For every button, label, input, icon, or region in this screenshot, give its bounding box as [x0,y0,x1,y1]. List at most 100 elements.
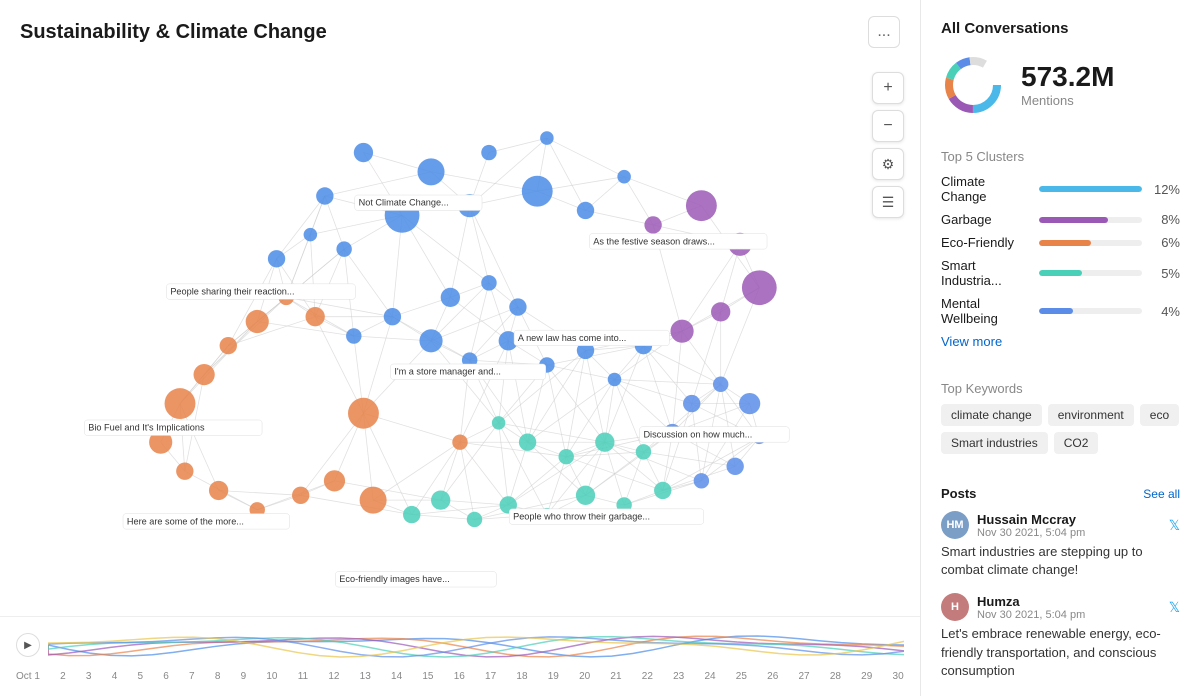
menu-button[interactable]: ... [868,16,900,48]
mentions-info: 573.2M Mentions [1021,63,1114,108]
keyword-tag[interactable]: CO2 [1054,432,1099,454]
cluster-pct: 5% [1150,266,1180,281]
sidebar: All Conversations 573.2M Mentions Top 5 … [920,0,1200,696]
cluster-bar-fill [1039,308,1073,314]
timeline-label: 9 [241,671,247,682]
post-meta: HM Hussain Mccray Nov 30 2021, 5:04 pm 𝕏 [941,511,1180,539]
page-title: Sustainability & Climate Change [20,21,327,44]
timeline-label: 18 [516,671,527,682]
post-time: Nov 30 2021, 5:04 pm [977,527,1161,539]
cluster-bar-fill [1039,217,1108,223]
cluster-pct: 6% [1150,235,1180,250]
timeline-label: 3 [86,671,92,682]
cluster-name: Eco-Friendly [941,235,1031,250]
cluster-bar-fill [1039,186,1142,192]
timeline-label: 17 [485,671,496,682]
donut-svg [941,53,1005,117]
cluster-name: Climate Change [941,174,1031,204]
timeline-label: 4 [112,671,118,682]
twitter-icon: 𝕏 [1169,599,1180,616]
timeline-label: 7 [189,671,195,682]
cluster-row: Garbage 8% [941,212,1180,227]
donut-row: 573.2M Mentions [941,53,1180,117]
timeline-label: 25 [736,671,747,682]
cluster-pct: 8% [1150,212,1180,227]
cluster-row: Mental Wellbeing 4% [941,296,1180,326]
keywords-section: Top Keywords climate change environment ec… [941,381,1180,454]
timeline-label: 26 [767,671,778,682]
timeline-label: 12 [328,671,339,682]
mentions-count: 573.2M [1021,63,1114,91]
main-area: Sustainability & Climate Change ... Not … [0,0,920,696]
post-text: Smart industries are stepping up to comb… [941,543,1180,579]
keyword-tag[interactable]: eco [1140,404,1179,426]
timeline-controls: ▶ [16,625,904,665]
keywords-wrap: climate change environment eco Smart indust… [941,404,1180,454]
timeline-label: 28 [830,671,841,682]
zoom-in-button[interactable]: + [872,72,904,104]
cluster-bar-bg [1039,240,1142,246]
posts-list: HM Hussain Mccray Nov 30 2021, 5:04 pm 𝕏… [941,511,1180,680]
posts-section: Posts See all HM Hussain Mccray Nov 30 2… [941,486,1180,694]
play-button[interactable]: ▶ [16,633,40,657]
timeline-labels: Oct 123456789101112131415161718192021222… [16,671,904,682]
timeline-label: 13 [360,671,371,682]
timeline-label: 24 [704,671,715,682]
timeline-label: 15 [422,671,433,682]
post-text: Let's embrace renewable energy, eco-frie… [941,625,1180,680]
see-all-link[interactable]: See all [1143,487,1180,501]
svg-text:As the festive season draws...: As the festive season draws... [593,236,715,246]
timeline-label: 8 [215,671,221,682]
view-more-button[interactable]: View more [941,334,1180,349]
cluster-name: Smart Industria... [941,258,1031,288]
keyword-tag[interactable]: climate change [941,404,1042,426]
graph-svg: Not Climate Change...As the festive seas… [0,56,920,616]
cluster-row: Climate Change 12% [941,174,1180,204]
cluster-bar-bg [1039,308,1142,314]
timeline-label: 22 [642,671,653,682]
timeline-label: 19 [548,671,559,682]
clusters-section: Top 5 Clusters Climate Change 12% Garbag… [941,149,1180,349]
timeline-label: 21 [610,671,621,682]
posts-header: Posts See all [941,486,1180,501]
timeline-label: 29 [861,671,872,682]
timeline-label: 10 [266,671,277,682]
svg-text:Here are some of the more...: Here are some of the more... [127,516,244,526]
cluster-bar-bg [1039,186,1142,192]
cluster-rows: Climate Change 12% Garbage 8% Eco-Friend… [941,174,1180,326]
timeline-label: 6 [163,671,169,682]
header: Sustainability & Climate Change ... [0,0,920,56]
cluster-pct: 4% [1150,304,1180,319]
post-time: Nov 30 2021, 5:04 pm [977,609,1161,621]
avatar: HM [941,511,969,539]
graph-container: Not Climate Change...As the festive seas… [0,56,920,616]
keyword-tag[interactable]: Smart industries [941,432,1048,454]
post-info: Hussain Mccray Nov 30 2021, 5:04 pm [977,512,1161,539]
cluster-name: Mental Wellbeing [941,296,1031,326]
timeline-label: Oct 1 [16,671,40,682]
donut-chart [941,53,1005,117]
timeline-label: 30 [893,671,904,682]
keywords-title: Top Keywords [941,381,1180,396]
keyword-tag[interactable]: environment [1048,404,1134,426]
post-item: H Humza Nov 30 2021, 5:04 pm 𝕏 Let's emb… [941,593,1180,680]
post-author: Humza [977,594,1161,609]
timeline-label: 5 [137,671,143,682]
filter-button[interactable]: ☰ [872,186,904,218]
svg-text:I'm a store manager and...: I'm a store manager and... [394,367,501,377]
timeline-label: 11 [298,671,308,682]
cluster-bar-fill [1039,270,1082,276]
svg-text:Discussion on how much...: Discussion on how much... [643,429,752,439]
clusters-title: Top 5 Clusters [941,149,1180,164]
svg-text:Eco-friendly images have...: Eco-friendly images have... [339,574,449,584]
cluster-bar-bg [1039,270,1142,276]
post-meta: H Humza Nov 30 2021, 5:04 pm 𝕏 [941,593,1180,621]
timeline-track[interactable] [48,625,904,665]
cluster-bar-bg [1039,217,1142,223]
controls-panel: + − ⚙ ☰ [872,72,904,218]
settings-button[interactable]: ⚙ [872,148,904,180]
avatar: H [941,593,969,621]
post-info: Humza Nov 30 2021, 5:04 pm [977,594,1161,621]
cluster-bar-fill [1039,240,1091,246]
zoom-out-button[interactable]: − [872,110,904,142]
